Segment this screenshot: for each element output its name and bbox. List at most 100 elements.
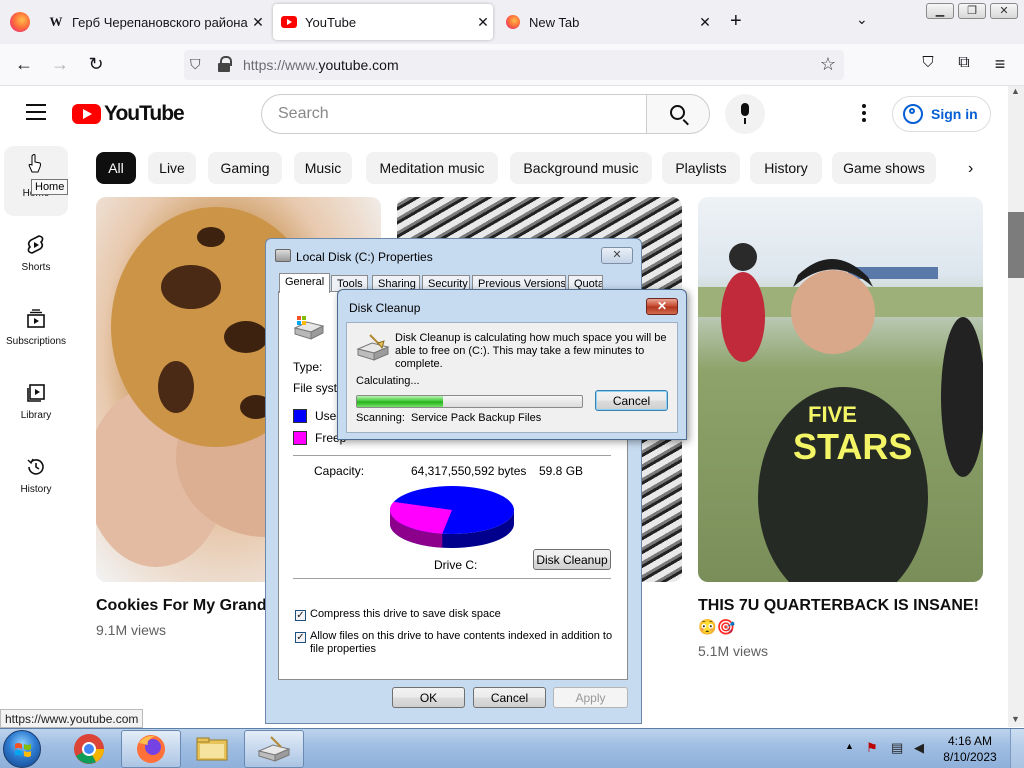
account-icon (903, 104, 923, 124)
search-icon (670, 105, 685, 120)
volume-muted-icon[interactable]: ◀ (914, 740, 924, 756)
windows-taskbar: ▲ ⚑ ▤ ◀ 4:16 AM 8/10/2023 (0, 728, 1024, 768)
tracking-shield-icon[interactable]: ⛉ (190, 56, 201, 73)
calculating-label: Calculating... (356, 375, 420, 387)
taskbar-explorer[interactable] (182, 730, 242, 768)
apply-button[interactable]: Apply (553, 687, 628, 708)
home-tooltip: Home (31, 179, 69, 195)
taskbar-disk-cleanup[interactable] (244, 730, 304, 768)
scanning-label: Scanning: (356, 412, 405, 424)
show-hidden-icons-icon[interactable]: ▲ (845, 741, 854, 751)
disk-cleanup-button[interactable]: Disk Cleanup (533, 549, 611, 570)
category-chip-bar: All Live Gaming Music Meditation music B… (96, 152, 996, 186)
tab-wikipedia[interactable]: W Герб Черепановского района ✕ (48, 4, 268, 40)
library-icon (25, 382, 47, 404)
url-text[interactable]: https://www.youtube.com (243, 57, 399, 73)
action-center-icon[interactable]: ⚑ (866, 740, 878, 756)
video-title[interactable]: THIS 7U QUARTERBACK IS INSANE! (698, 597, 979, 615)
youtube-logo[interactable]: YouTube (72, 102, 185, 126)
clock[interactable]: 4:16 AM 8/10/2023 (940, 733, 1000, 765)
scroll-down-icon[interactable]: ▼ (1011, 714, 1020, 724)
restore-window-button[interactable]: ❐ (958, 3, 986, 19)
cleanup-message: Disk Cleanup is calculating how much spa… (395, 332, 667, 370)
windows-logo-icon (15, 743, 31, 757)
ok-button[interactable]: OK (392, 687, 465, 708)
tab-youtube[interactable]: YouTube ✕ (273, 4, 493, 40)
youtube-header: YouTube Search Sign in (0, 86, 1008, 142)
sidebar-item-history[interactable]: History (4, 442, 68, 512)
chip-music[interactable]: Music (294, 152, 352, 184)
start-button[interactable] (3, 730, 41, 768)
compress-checkbox[interactable]: ✓ (295, 610, 306, 621)
close-tab-icon[interactable]: ✕ (695, 14, 715, 31)
chip-all[interactable]: All (96, 152, 136, 184)
scrollbar-thumb[interactable] (1008, 212, 1024, 278)
used-space-swatch (293, 409, 307, 423)
chip-background-music[interactable]: Background music (510, 152, 652, 184)
sidebar-item-library[interactable]: Library (4, 368, 68, 438)
tab-general[interactable]: General (279, 273, 331, 293)
tab-title: Герб Черепановского района (72, 14, 248, 30)
chevron-right-icon[interactable]: › (968, 160, 973, 178)
taskbar-firefox[interactable] (121, 730, 181, 768)
taskbar-chrome[interactable] (60, 730, 120, 768)
chip-live[interactable]: Live (148, 152, 196, 184)
type-label: Type: (293, 360, 323, 374)
voice-search-button[interactable] (725, 94, 765, 134)
settings-more-icon[interactable] (858, 104, 870, 124)
separator (293, 455, 611, 456)
reload-icon[interactable]: ↻ (84, 54, 108, 75)
new-tab-button[interactable]: + (730, 10, 742, 33)
video-title[interactable]: Cookies For My Grandm (96, 597, 281, 615)
chrome-icon (74, 734, 104, 764)
pocket-icon[interactable]: ⛉ (916, 54, 940, 71)
search-button[interactable] (646, 94, 710, 134)
capacity-label: Capacity: (314, 464, 365, 478)
chip-meditation-music[interactable]: Meditation music (366, 152, 498, 184)
hand-pointer-icon (28, 154, 41, 173)
video-views: 9.1M views (96, 622, 167, 638)
firefox-view-icon[interactable] (10, 12, 30, 32)
bookmark-star-icon[interactable]: ☆ (820, 54, 836, 75)
page-scrollbar[interactable]: ▲ ▼ (1008, 86, 1024, 727)
forward-arrow-icon[interactable]: → (48, 54, 72, 75)
close-window-button[interactable]: ✕ (990, 3, 1018, 19)
video-views: 5.1M views (698, 643, 769, 659)
cancel-button[interactable]: Cancel (473, 687, 546, 708)
video-title-emoji: 😳🎯 (698, 619, 736, 636)
list-all-tabs-icon[interactable]: ⌄ (856, 11, 868, 28)
video-thumbnail-quarterback[interactable]: FIVE STARS (698, 197, 983, 582)
guide-menu-icon[interactable] (26, 104, 46, 120)
compress-label: Compress this drive to save disk space (310, 608, 501, 620)
disk-cleanup-icon (356, 334, 390, 361)
sign-in-button[interactable]: Sign in (892, 96, 991, 132)
dialog-title-bar[interactable]: Local Disk (C:) Properties ✕ (266, 239, 641, 271)
index-checkbox[interactable]: ✓ (295, 632, 306, 643)
close-dialog-button[interactable]: ✕ (601, 247, 633, 264)
free-space-swatch (293, 431, 307, 445)
chip-history[interactable]: History (750, 152, 822, 184)
close-dialog-button[interactable]: ✕ (646, 298, 678, 315)
tab-new-tab[interactable]: New Tab ✕ (505, 4, 715, 40)
extensions-icon[interactable]: ⧉ (952, 54, 976, 72)
minimize-window-button[interactable]: ▁ (926, 3, 954, 19)
chip-gaming[interactable]: Gaming (208, 152, 282, 184)
back-arrow-icon[interactable]: ← (12, 54, 36, 75)
sidebar-item-shorts[interactable]: Shorts (4, 220, 68, 290)
scroll-up-icon[interactable]: ▲ (1011, 86, 1020, 96)
show-desktop-button[interactable] (1010, 729, 1024, 768)
chip-game-shows[interactable]: Game shows (832, 152, 936, 184)
microphone-icon (741, 103, 749, 116)
search-input[interactable]: Search (261, 94, 647, 134)
network-icon[interactable]: ▤ (891, 740, 903, 756)
close-tab-icon[interactable]: ✕ (248, 14, 268, 31)
close-tab-icon[interactable]: ✕ (473, 14, 493, 31)
app-menu-icon[interactable]: ≡ (988, 54, 1012, 75)
address-bar[interactable]: ⛉ https://www.youtube.com ☆ (184, 50, 844, 80)
drive-label: Drive C: (434, 558, 478, 572)
wikipedia-icon: W (49, 14, 63, 29)
chip-playlists[interactable]: Playlists (662, 152, 740, 184)
lock-icon[interactable] (218, 56, 232, 72)
cancel-cleanup-button[interactable]: Cancel (595, 390, 668, 411)
sidebar-item-subscriptions[interactable]: Subscriptions (4, 294, 68, 364)
